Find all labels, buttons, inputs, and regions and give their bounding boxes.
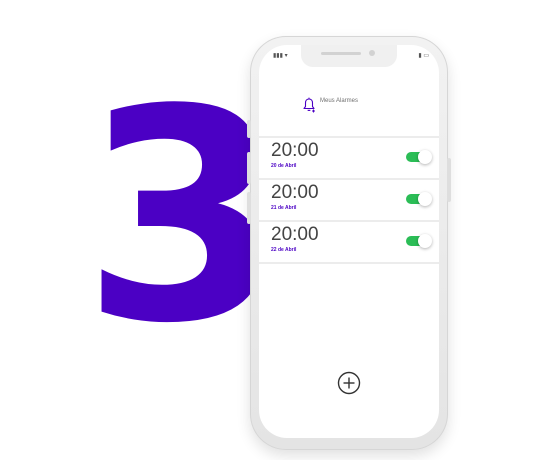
page-title: Meus Alarmes: [320, 98, 359, 104]
alarm-date: 21 de Abril: [271, 205, 297, 211]
alarm-row[interactable]: 20:00 22 de Abril: [259, 222, 439, 264]
add-alarm-button[interactable]: [337, 371, 361, 395]
alarm-date: 20 de Abril: [271, 163, 297, 169]
toggle-knob: [418, 192, 432, 206]
phone-power-button: [447, 158, 451, 202]
bell-add-icon[interactable]: [302, 97, 316, 113]
phone-notch: [301, 45, 397, 67]
alarm-time: 20:00: [271, 140, 319, 161]
phone-volume-down: [247, 192, 251, 224]
alarm-time: 20:00: [271, 182, 319, 203]
alarm-time: 20:00: [271, 224, 319, 245]
alarm-toggle[interactable]: [406, 192, 432, 206]
phone-mockup: ▮▮▮ ▾ ▮ ▭ Meus Alarmes 20:00 20 de Abril…: [247, 36, 451, 450]
speaker-grille: [321, 52, 361, 55]
status-signal: ▮▮▮ ▾: [273, 53, 288, 59]
status-battery: ▮ ▭: [418, 53, 429, 59]
phone-silent-switch: [247, 120, 251, 138]
step-number: 3: [82, 47, 285, 387]
toggle-knob: [418, 234, 432, 248]
toggle-knob: [418, 150, 432, 164]
alarm-toggle[interactable]: [406, 234, 432, 248]
alarm-row[interactable]: 20:00 21 de Abril: [259, 180, 439, 222]
phone-volume-up: [247, 152, 251, 184]
alarm-row[interactable]: 20:00 20 de Abril: [259, 136, 439, 180]
app-header: Meus Alarmes: [259, 97, 439, 113]
alarm-list: 20:00 20 de Abril 20:00 21 de Abril 20:0…: [259, 136, 439, 264]
alarm-date: 22 de Abril: [271, 247, 297, 253]
alarm-toggle[interactable]: [406, 150, 432, 164]
front-camera: [369, 50, 375, 56]
phone-screen: ▮▮▮ ▾ ▮ ▭ Meus Alarmes 20:00 20 de Abril…: [259, 45, 439, 438]
